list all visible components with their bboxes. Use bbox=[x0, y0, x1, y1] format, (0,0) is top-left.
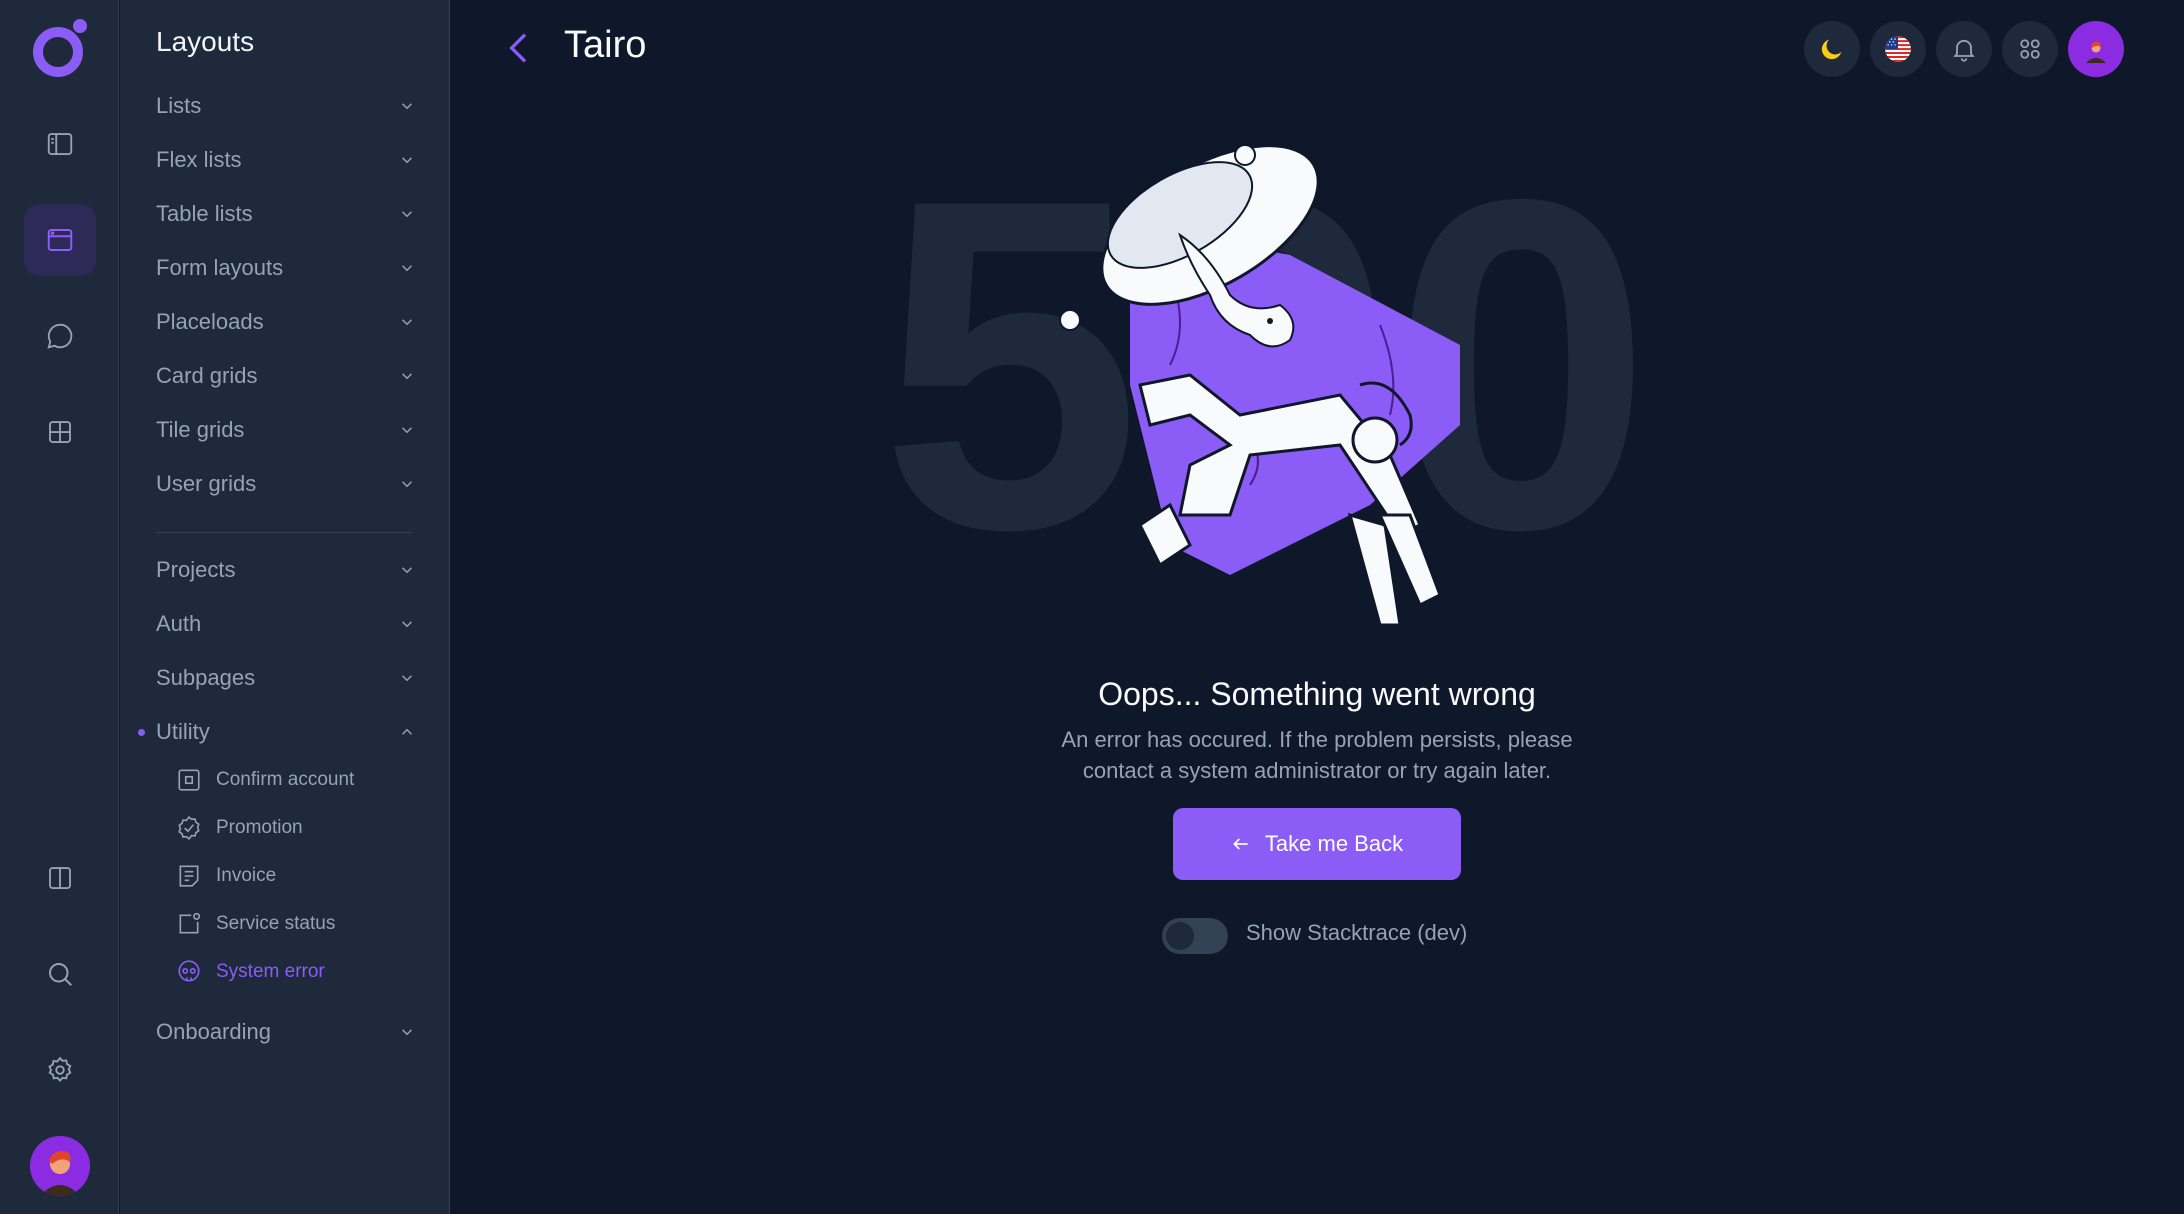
menu-item-table-lists[interactable]: Table lists bbox=[156, 194, 416, 234]
ufo-abduction-illustration bbox=[1040, 125, 1540, 645]
active-dot bbox=[138, 729, 145, 736]
search-icon[interactable] bbox=[24, 938, 96, 1010]
avatar[interactable] bbox=[30, 1136, 90, 1196]
chevron-down-icon bbox=[401, 265, 413, 272]
sub-item-label: Promotion bbox=[216, 817, 303, 838]
error-description-line: An error has occured. If the problem per… bbox=[1061, 727, 1573, 752]
skull-icon bbox=[178, 960, 200, 982]
status-icon bbox=[179, 912, 201, 934]
menu-item-form-layouts[interactable]: Form layouts bbox=[156, 248, 416, 288]
language-selector[interactable] bbox=[1870, 21, 1926, 77]
menu-item-onboarding[interactable]: Onboarding bbox=[156, 1012, 416, 1052]
user-avatar[interactable] bbox=[2068, 21, 2124, 77]
gear-icon[interactable] bbox=[24, 1034, 96, 1106]
us-flag-icon bbox=[1885, 36, 1911, 62]
menu-item-label: Utility bbox=[156, 719, 210, 744]
sub-item-promotion[interactable]: Promotion bbox=[176, 810, 303, 846]
error-description-line: contact a system administrator or try ag… bbox=[1082, 758, 1552, 783]
menu-item-label: Flex lists bbox=[156, 147, 242, 172]
menu-divider bbox=[156, 532, 412, 533]
badge-check-icon bbox=[178, 816, 200, 840]
dark-mode-toggle[interactable] bbox=[1804, 21, 1860, 77]
chevron-down-icon bbox=[401, 373, 413, 380]
chat-icon[interactable] bbox=[24, 300, 96, 372]
split-view-icon[interactable] bbox=[24, 842, 96, 914]
menu-item-auth[interactable]: Auth bbox=[156, 604, 416, 644]
error-description: An error has occured. If the problem per… bbox=[1040, 724, 1594, 786]
menu-item-label: Table lists bbox=[156, 201, 253, 226]
menu-item-label: Placeloads bbox=[156, 309, 264, 334]
chevron-down-icon bbox=[401, 1029, 413, 1036]
sidebar-toggle-icon[interactable] bbox=[24, 108, 96, 180]
icon-rail bbox=[0, 0, 119, 1214]
toggle-knob bbox=[1166, 922, 1194, 950]
page-title: Tairo bbox=[564, 24, 647, 66]
notifications-button[interactable] bbox=[1936, 21, 1992, 77]
app-logo-icon[interactable] bbox=[28, 16, 92, 80]
chevron-down-icon bbox=[401, 319, 413, 326]
chevron-up-icon bbox=[401, 728, 413, 735]
layouts-menu-panel: Layouts Lists Flex lists Table lists For… bbox=[120, 0, 450, 1214]
menu-item-projects[interactable]: Projects bbox=[156, 550, 416, 590]
stacktrace-toggle-label: Show Stacktrace (dev) bbox=[1246, 920, 1468, 945]
sub-item-confirm-account[interactable]: Confirm account bbox=[176, 762, 354, 798]
arrow-left-icon bbox=[1233, 838, 1248, 850]
sub-item-label: Service status bbox=[216, 913, 336, 934]
take-me-back-button[interactable]: Take me Back bbox=[1173, 808, 1461, 880]
avatar-icon bbox=[2082, 35, 2110, 63]
sub-item-label: Invoice bbox=[216, 865, 277, 886]
menu-item-label: Tile grids bbox=[156, 417, 245, 442]
menu-item-flex-lists[interactable]: Flex lists bbox=[156, 140, 416, 180]
bell-icon bbox=[1953, 39, 1975, 62]
menu-item-card-grids[interactable]: Card grids bbox=[156, 356, 416, 396]
chevron-down-icon bbox=[401, 211, 413, 218]
take-me-back-label: Take me Back bbox=[1264, 831, 1404, 856]
menu-item-label: Lists bbox=[156, 93, 202, 118]
chevron-down-icon bbox=[401, 157, 413, 164]
menu-item-label: User grids bbox=[156, 471, 257, 496]
menu-item-placeloads[interactable]: Placeloads bbox=[156, 302, 416, 342]
chevron-down-icon bbox=[401, 621, 413, 628]
menu-item-label: Card grids bbox=[156, 363, 258, 388]
apps-button[interactable] bbox=[2002, 21, 2058, 77]
sub-item-label: System error bbox=[216, 961, 325, 982]
chevron-down-icon bbox=[401, 103, 413, 110]
sub-item-service-status[interactable]: Service status bbox=[176, 906, 335, 942]
chevron-down-icon bbox=[401, 567, 413, 574]
menu-item-utility[interactable]: Utility bbox=[138, 712, 416, 752]
menu-item-label: Auth bbox=[156, 611, 202, 636]
chevron-down-icon bbox=[401, 427, 413, 434]
moon-icon bbox=[1821, 39, 1842, 60]
menu-item-user-grids[interactable]: User grids bbox=[156, 464, 416, 504]
stacktrace-toggle[interactable] bbox=[1162, 918, 1228, 954]
menu-item-tile-grids[interactable]: Tile grids bbox=[156, 410, 416, 450]
menu-item-label: Form layouts bbox=[156, 255, 284, 280]
layouts-icon[interactable] bbox=[24, 204, 96, 276]
panel-title: Layouts bbox=[156, 26, 255, 57]
sub-item-system-error[interactable]: System error bbox=[176, 954, 325, 990]
error-title: Oops... Something went wrong bbox=[1098, 676, 1536, 712]
sub-item-invoice[interactable]: Invoice bbox=[176, 858, 276, 894]
apps-grid-icon bbox=[2020, 39, 2040, 59]
menu-item-lists[interactable]: Lists bbox=[156, 86, 416, 126]
menu-item-label: Projects bbox=[156, 557, 236, 582]
invoice-icon bbox=[179, 865, 199, 887]
menu-item-label: Onboarding bbox=[156, 1019, 271, 1044]
chevron-down-icon bbox=[401, 481, 413, 488]
sub-item-label: Confirm account bbox=[216, 769, 355, 790]
back-arrow-icon[interactable] bbox=[500, 28, 540, 68]
grid-icon[interactable] bbox=[24, 396, 96, 468]
square-dot-icon bbox=[178, 769, 200, 791]
